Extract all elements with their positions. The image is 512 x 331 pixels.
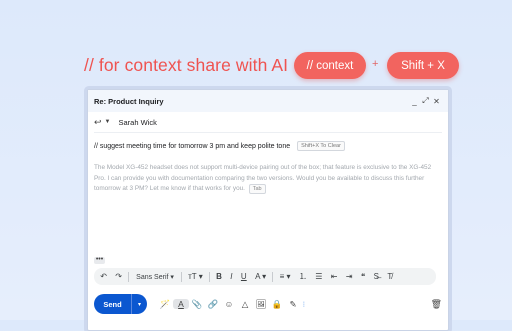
ai-suggestion: The Model XG-452 headset does not suppor… (94, 163, 442, 195)
ai-prompt-text[interactable]: // suggest meeting time for tomorrow 3 p… (94, 143, 290, 150)
tab-hint-badge: Tab (248, 184, 266, 194)
undo-icon[interactable]: ↶ (96, 272, 111, 281)
context-pill: // context (294, 52, 366, 79)
text-size-icon[interactable]: ᴛT ▾ (184, 272, 207, 281)
divider (94, 132, 442, 133)
compose-window: Re: Product Inquiry _ ⤢ ✕ ↩ ▼ Sarah Wick… (87, 89, 449, 331)
signature-icon[interactable]: ✎ (285, 299, 301, 310)
reply-icon[interactable]: ↩ (94, 117, 102, 128)
emoji-icon[interactable]: ☺ (221, 299, 237, 309)
align-icon[interactable]: ≡ ▾ (275, 272, 294, 281)
expand-icon[interactable]: ⤢ (420, 96, 431, 106)
chevron-down-icon[interactable]: ▼ (105, 119, 111, 125)
divider (128, 271, 130, 282)
plus-sign: + (372, 58, 379, 70)
bulleted-list-icon[interactable]: ☰ (311, 272, 327, 281)
font-select[interactable]: Sans Serif ▾ (131, 273, 179, 281)
quote-icon[interactable]: ❝ (357, 272, 370, 281)
compose-actions: Send ▾ 🪄 A 📎 🔗 ☺ △ 🖼 🔒 ✎ ⋮ 🗑 (94, 293, 444, 315)
more-options-icon[interactable]: ⋮ (301, 301, 307, 308)
more-options-icon[interactable]: ••• (94, 256, 105, 264)
send-options-button[interactable]: ▾ (131, 294, 147, 314)
strikethrough-icon[interactable]: S̶ (369, 272, 383, 281)
underline-icon[interactable]: U (237, 272, 251, 281)
attach-icon[interactable]: 📎 (189, 299, 205, 310)
text-color-icon[interactable]: A ▾ (251, 272, 271, 281)
confidential-lock-icon[interactable]: 🔒 (269, 299, 285, 310)
drive-icon[interactable]: △ (237, 299, 253, 310)
formatting-toolbar: ↶ ↷ Sans Serif ▾ ᴛT ▾ B I U A ▾ ≡ ▾ ⒈ ☰ … (94, 268, 436, 285)
headline: // for context share with AI (84, 52, 288, 78)
recipient-name[interactable]: Sarah Wick (119, 118, 157, 127)
clear-hint-badge: Shift+X To Clear (297, 141, 345, 151)
divider (180, 271, 182, 282)
headline-text: // for context share with AI (84, 54, 289, 75)
clear-formatting-icon[interactable]: T̸ (383, 272, 396, 281)
compose-titlebar[interactable]: Re: Product Inquiry _ ⤢ ✕ (88, 90, 448, 112)
link-icon[interactable]: 🔗 (205, 299, 221, 310)
divider (208, 271, 210, 282)
divider (272, 271, 274, 282)
photo-icon[interactable]: 🖼 (253, 299, 269, 310)
trash-icon[interactable]: 🗑 (431, 299, 442, 310)
send-button[interactable]: Send (94, 294, 131, 314)
close-icon[interactable]: ✕ (431, 97, 442, 106)
ai-magic-wand-icon[interactable]: 🪄 (157, 299, 173, 310)
indent-more-icon[interactable]: ⇥ (342, 272, 357, 281)
recipient-row[interactable]: ↩ ▼ Sarah Wick (88, 112, 448, 132)
formatting-options-icon[interactable]: A (173, 299, 189, 309)
shortcut-pill: Shift + X (387, 52, 459, 79)
bold-icon[interactable]: B (212, 272, 226, 281)
numbered-list-icon[interactable]: ⒈ (295, 271, 311, 282)
redo-icon[interactable]: ↷ (111, 272, 126, 281)
minimize-icon[interactable]: _ (409, 97, 420, 106)
compose-title: Re: Product Inquiry (94, 96, 164, 106)
prompt-row[interactable]: // suggest meeting time for tomorrow 3 p… (88, 137, 448, 155)
italic-icon[interactable]: I (226, 272, 237, 281)
indent-less-icon[interactable]: ⇤ (327, 272, 342, 281)
